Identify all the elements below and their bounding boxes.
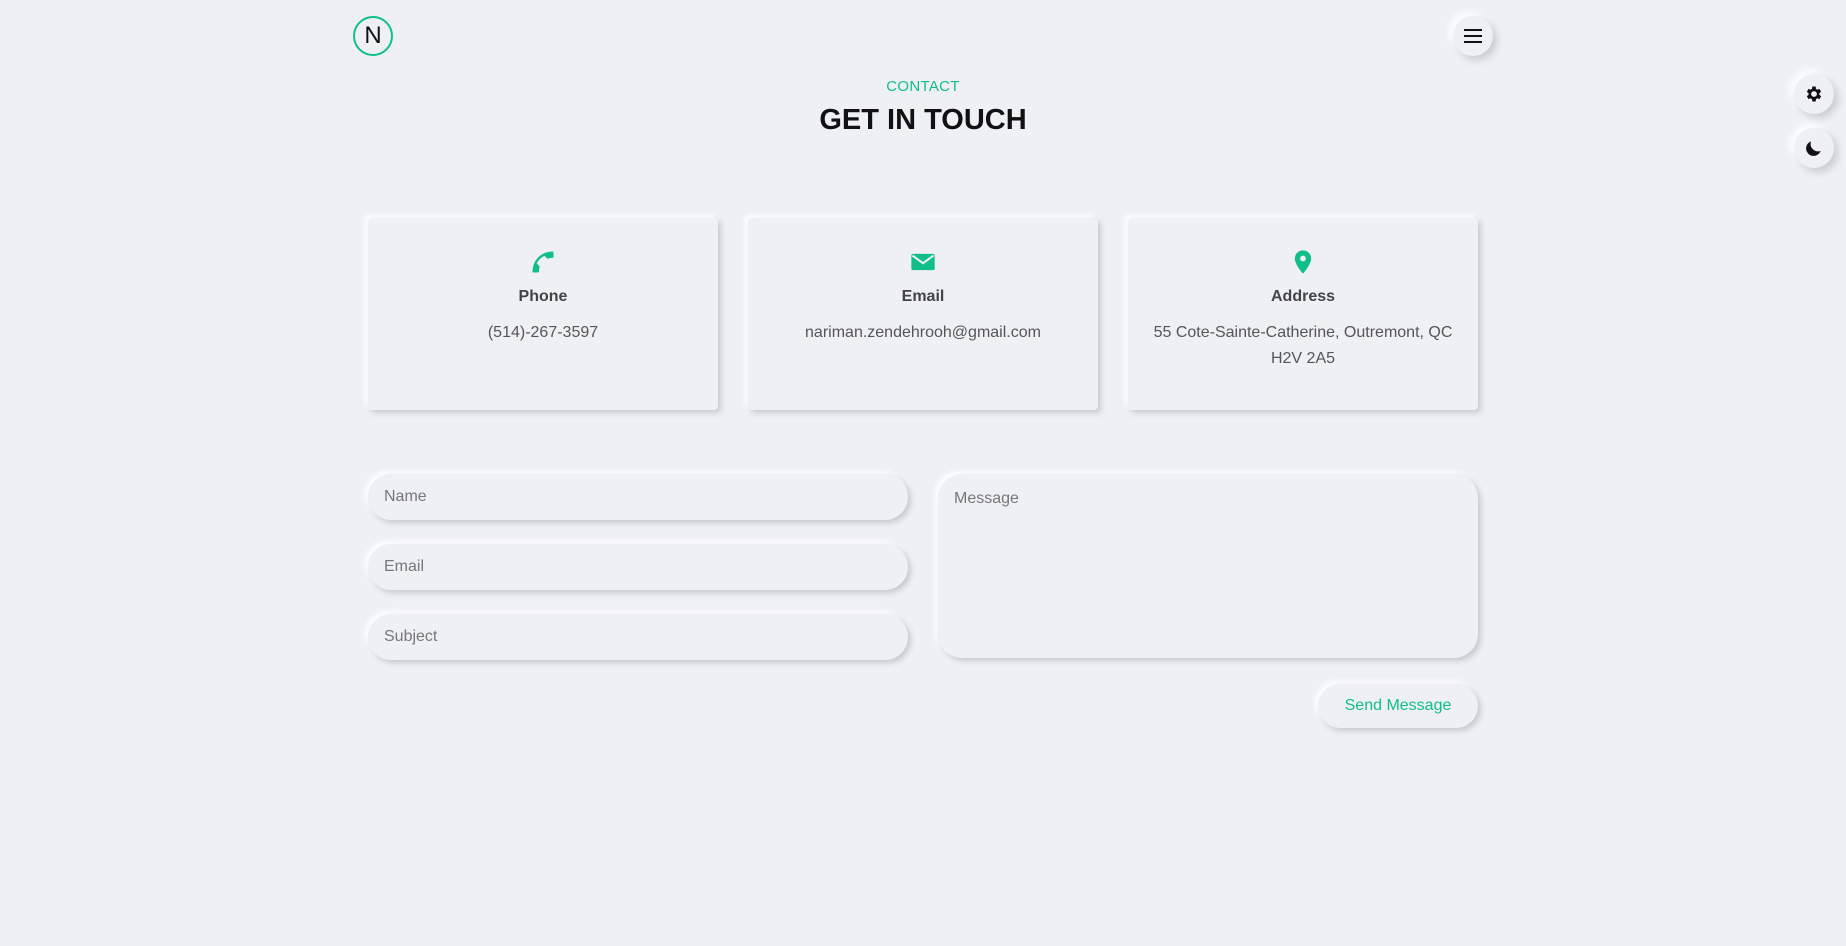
logo-letter: N — [364, 22, 382, 49]
contact-page: N CONTACT GET IN TOUCH Phone (514)-267-3… — [0, 0, 1846, 946]
email-field[interactable] — [368, 544, 908, 590]
menu-button[interactable] — [1453, 16, 1493, 56]
card-title: Address — [1270, 288, 1336, 305]
card-title: Phone — [518, 288, 568, 305]
map-pin-icon — [1294, 250, 1312, 274]
hamburger-icon — [1464, 29, 1482, 43]
email-value: nariman.zendehrooh@gmail.com — [805, 324, 1041, 341]
subject-field[interactable] — [368, 614, 908, 660]
email-card: Email nariman.zendehrooh@gmail.com — [748, 218, 1098, 410]
section-label: CONTACT — [886, 78, 960, 95]
phone-card: Phone (514)-267-3597 — [368, 218, 718, 410]
address-value: 55 Cote-Sainte-Catherine, Outremont, QC … — [1153, 324, 1453, 367]
address-card: Address 55 Cote-Sainte-Catherine, Outrem… — [1128, 218, 1478, 410]
send-message-button[interactable]: Send Message — [1318, 684, 1478, 728]
phone-icon — [532, 251, 554, 273]
moon-icon — [1806, 141, 1821, 156]
envelope-icon — [911, 253, 935, 271]
name-field[interactable] — [368, 474, 908, 520]
logo[interactable]: N — [353, 16, 393, 56]
phone-value: (514)-267-3597 — [487, 324, 599, 341]
page-title: GET IN TOUCH — [819, 104, 1027, 136]
message-field[interactable] — [938, 474, 1478, 658]
card-title: Email — [901, 288, 945, 305]
